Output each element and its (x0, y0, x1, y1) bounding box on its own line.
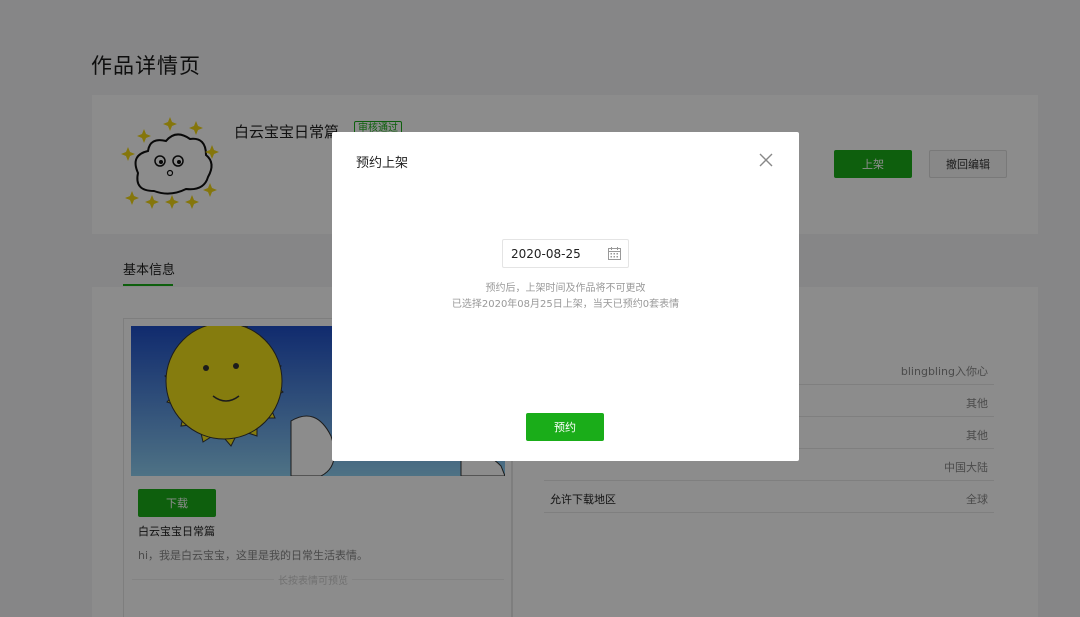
dialog-title: 预约上架 (356, 156, 409, 171)
schedule-publish-dialog: 预约上架 2020-08-25 预约后，上架时间及作品将不可更改 已选择2020… (332, 132, 799, 461)
warning-note: 预约后，上架时间及作品将不可更改 (485, 283, 646, 294)
date-value: 2020-08-25 (511, 247, 581, 261)
selection-note: 已选择2020年08月25日上架，当天已预约0套表情 (451, 299, 680, 310)
reserve-button[interactable]: 预约 (526, 413, 604, 441)
date-picker-input[interactable]: 2020-08-25 (502, 239, 629, 268)
calendar-icon[interactable] (608, 247, 621, 260)
close-icon[interactable] (758, 152, 774, 168)
